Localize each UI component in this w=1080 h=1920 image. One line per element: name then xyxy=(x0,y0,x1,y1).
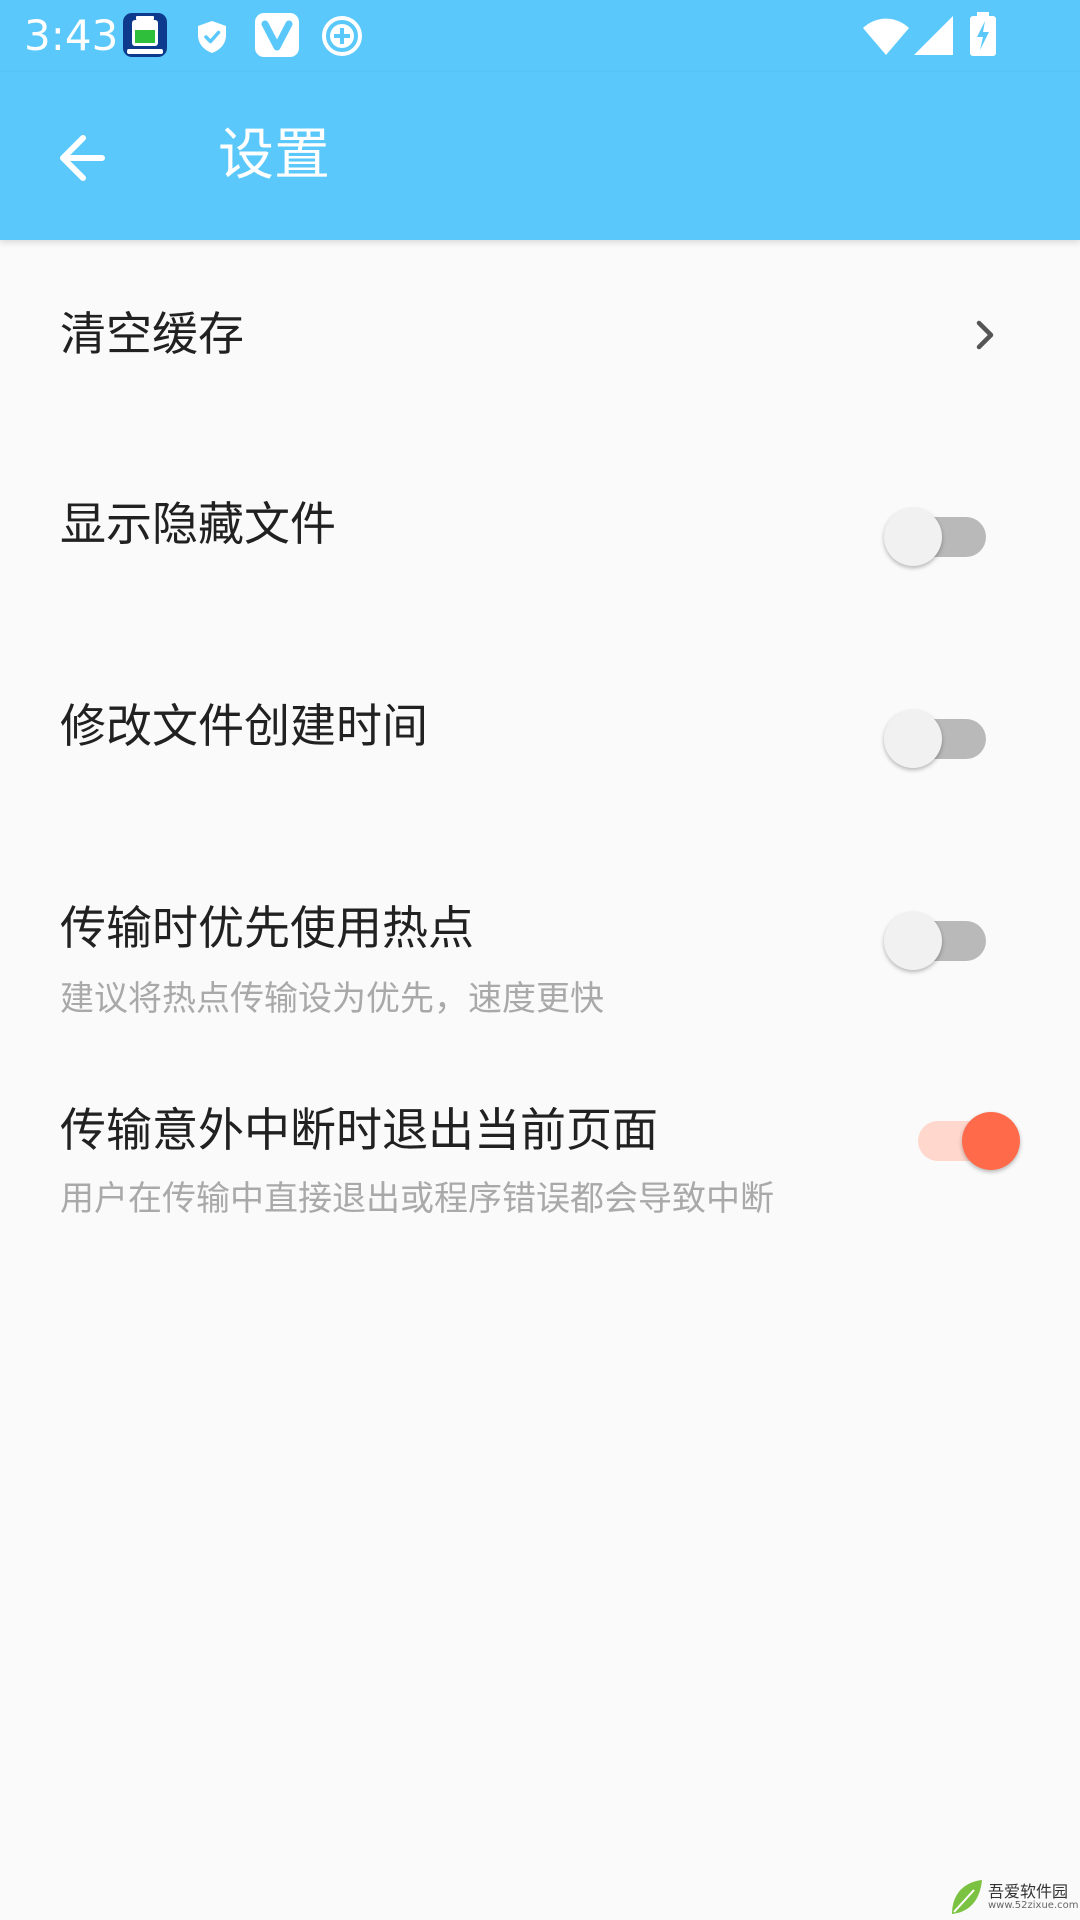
switch-thumb xyxy=(962,1112,1020,1170)
back-button[interactable] xyxy=(40,114,128,202)
switch-thumb xyxy=(884,508,942,566)
setting-clear-cache[interactable]: 清空缓存 xyxy=(0,240,1080,430)
setting-title: 显示隐藏文件 xyxy=(60,497,336,551)
status-time: 3:43 xyxy=(24,11,119,60)
v-app-icon xyxy=(255,13,299,57)
setting-title: 清空缓存 xyxy=(60,307,244,361)
hotspot-priority-switch[interactable] xyxy=(884,900,994,970)
setting-subtitle: 用户在传输中直接退出或程序错误都会导致中断 xyxy=(60,1179,774,1219)
setting-hotspot-priority[interactable]: 传输时优先使用热点 建议将热点传输设为优先，速度更快 xyxy=(0,830,1080,1030)
switch-thumb xyxy=(884,710,942,768)
setting-subtitle: 建议将热点传输设为优先，速度更快 xyxy=(60,979,604,1019)
leaf-logo-icon xyxy=(952,1880,982,1914)
wifi-icon xyxy=(863,18,909,56)
add-circle-icon xyxy=(322,16,362,56)
app-bar: 设置 xyxy=(0,72,1080,240)
watermark-brand: 吾爱软件园 xyxy=(988,1882,1069,1901)
setting-show-hidden-files[interactable]: 显示隐藏文件 xyxy=(0,430,1080,630)
show-hidden-files-switch[interactable] xyxy=(884,496,994,566)
arrow-back-icon xyxy=(60,135,105,181)
switch-thumb xyxy=(884,912,942,970)
modify-file-time-switch[interactable] xyxy=(884,698,994,768)
status-bar: 3:43 xyxy=(0,0,1080,72)
setting-title: 传输意外中断时退出当前页面 xyxy=(60,1103,658,1157)
battery-charging-icon xyxy=(970,12,996,56)
battery-app-icon xyxy=(123,13,167,57)
setting-exit-on-interrupt[interactable]: 传输意外中断时退出当前页面 用户在传输中直接退出或程序错误都会导致中断 xyxy=(0,1030,1080,1230)
setting-title: 传输时优先使用热点 xyxy=(60,901,474,955)
setting-modify-file-time[interactable]: 修改文件创建时间 xyxy=(0,630,1080,830)
watermark-url: www.52zixue.com xyxy=(988,1900,1079,1911)
shield-icon xyxy=(198,21,226,53)
setting-title: 修改文件创建时间 xyxy=(60,699,428,753)
page-title: 设置 xyxy=(218,123,330,188)
exit-on-interrupt-switch[interactable] xyxy=(910,1100,1020,1170)
chevron-right-icon xyxy=(976,320,994,350)
watermark: 吾爱软件园 www.52zixue.com xyxy=(948,1860,1080,1920)
cell-signal-icon xyxy=(914,16,953,55)
